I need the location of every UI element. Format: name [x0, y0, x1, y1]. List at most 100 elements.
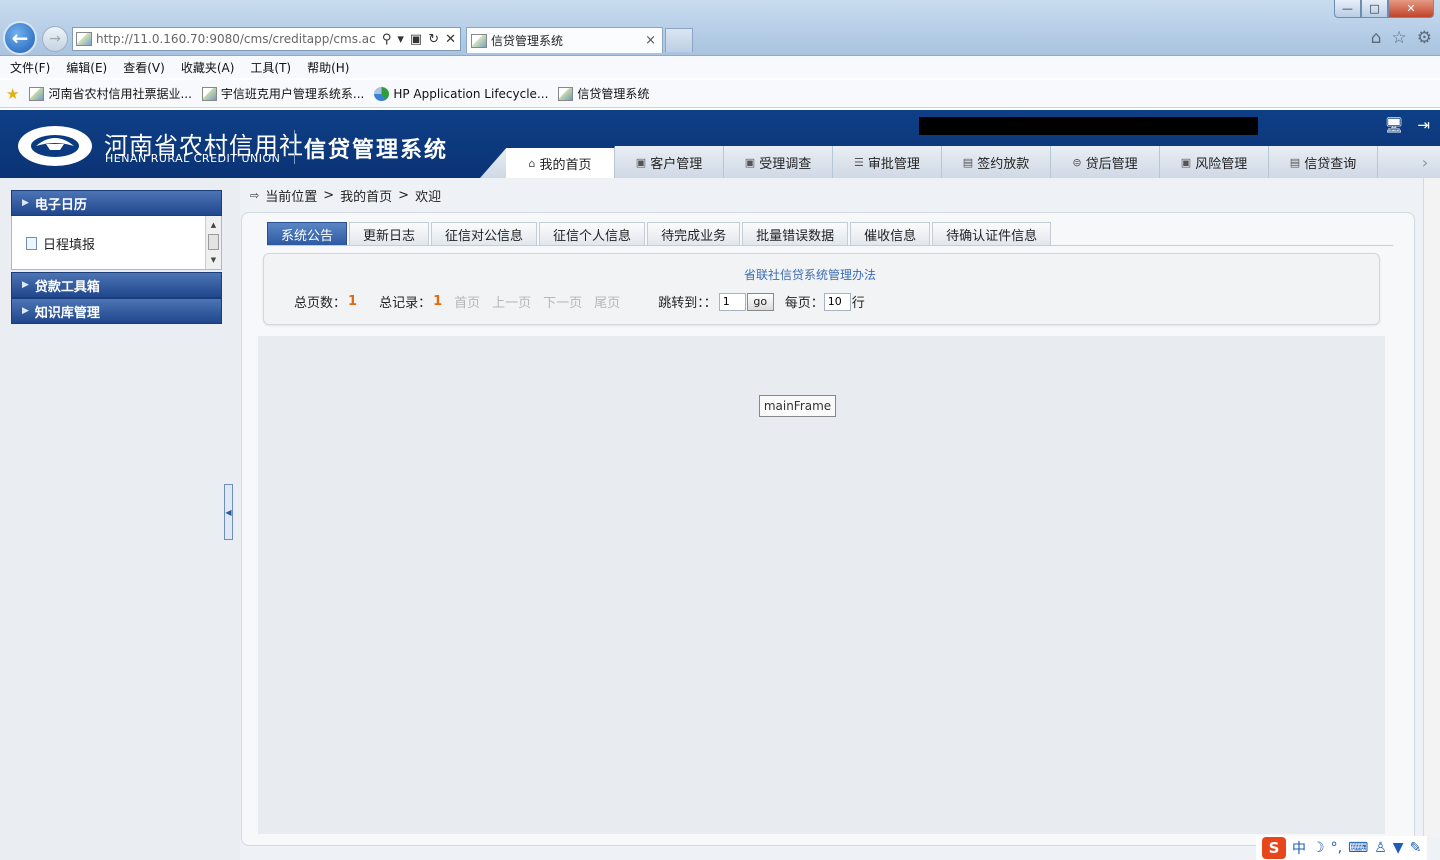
ime-toolbar: S 中 ☽ °, ⌨ ♙ ▼ ✎ — [1256, 836, 1428, 860]
scroll-thumb[interactable] — [208, 234, 219, 250]
sidebar-scrollbar[interactable]: ▲ ▼ — [205, 216, 221, 269]
sidebar-section-knowledge[interactable]: ▶ 知识库管理 — [11, 298, 222, 324]
favorite-link[interactable]: HP Application Lifecycle... — [374, 86, 549, 101]
new-tab-button[interactable] — [665, 28, 693, 52]
ime-language[interactable]: 中 — [1292, 838, 1306, 858]
notice-title-link[interactable]: 省联社信贷系统管理办法 — [744, 266, 876, 283]
tab-pending-business[interactable]: 待完成业务 — [647, 222, 741, 245]
menu-edit[interactable]: 编辑(E) — [66, 59, 107, 76]
browser-tab[interactable]: 信贷管理系统 × — [466, 27, 663, 53]
prev-page-link[interactable]: 上一页 — [492, 292, 531, 311]
nav-customer[interactable]: ▣ 客户管理 — [615, 146, 724, 178]
sidebar-item-schedule[interactable]: 日程填报 — [26, 234, 95, 253]
tab-pending-id-docs[interactable]: 待确认证件信息 — [932, 222, 1052, 245]
menu-favorites[interactable]: 收藏夹(A) — [181, 59, 235, 76]
tab-batch-errors[interactable]: 批量错误数据 — [742, 222, 849, 245]
search-icon[interactable]: ⚲ — [382, 32, 392, 47]
forward-button[interactable]: → — [42, 26, 68, 52]
dropdown-icon[interactable]: ▾ — [397, 32, 404, 47]
nav-label: 风险管理 — [1195, 156, 1248, 172]
rows-unit-label: 行 — [851, 296, 865, 311]
menu-help[interactable]: 帮助(H) — [307, 59, 349, 76]
home-icon[interactable]: ⌂ — [1371, 28, 1382, 48]
favorite-label: HP Application Lifecycle... — [393, 86, 549, 101]
wrench-icon[interactable]: ✎ — [1410, 840, 1422, 856]
main-nav: ⌂ 我的首页 ▣ 客户管理 ▣ 受理调查 ☰ 审批管理 ▤ 签约放款 ⊜ 贷后管理 ▣ 风险管… — [506, 146, 1378, 178]
page-scrollbar[interactable] — [1423, 178, 1440, 838]
compat-view-icon[interactable]: ▣ — [410, 32, 422, 47]
nav-label: 贷后管理 — [1085, 156, 1138, 172]
risk-icon: ▣ — [1180, 155, 1192, 169]
favorites-star-icon[interactable]: ☆ — [1392, 28, 1407, 48]
skin-icon[interactable]: ▼ — [1393, 840, 1404, 856]
window-controls: — □ ✕ — [1334, 0, 1434, 18]
nav-home[interactable]: ⌂ 我的首页 — [506, 146, 615, 178]
nav-survey[interactable]: ▣ 受理调查 — [724, 146, 833, 178]
go-button[interactable]: go — [746, 292, 774, 311]
address-text[interactable]: http://11.0.160.70:9080/cms/creditapp/cm… — [96, 32, 376, 46]
triangle-right-icon: ▶ — [22, 198, 29, 208]
favorites-star-icon[interactable]: ★ — [6, 85, 19, 103]
breadcrumb-separator: > — [398, 188, 410, 203]
tab-system-notice[interactable]: 系统公告 — [267, 222, 348, 245]
tab-title: 信贷管理系统 — [491, 34, 564, 48]
document-icon — [26, 237, 37, 250]
menu-bar: 文件(F) 编辑(E) 查看(V) 收藏夹(A) 工具(T) 帮助(H) — [0, 56, 1440, 78]
sidebar-collapse-handle[interactable]: ◀ — [224, 484, 233, 540]
next-page-link[interactable]: 下一页 — [543, 292, 582, 311]
refresh-icon[interactable]: ↻ — [428, 32, 439, 47]
sogou-ime-icon[interactable]: S — [1262, 837, 1286, 859]
post-loan-icon: ⊜ — [1072, 155, 1082, 169]
favorite-link[interactable]: 宇信班克用户管理系统系... — [201, 85, 364, 102]
tab-credit-personal[interactable]: 征信个人信息 — [539, 222, 646, 245]
nav-post-loan[interactable]: ⊜ 贷后管理 — [1051, 146, 1160, 178]
query-icon: ▤ — [1289, 155, 1301, 169]
jump-page-input[interactable] — [718, 292, 746, 311]
close-tab-icon[interactable]: × — [645, 33, 656, 48]
page-icon — [201, 86, 217, 101]
sidebar-section-loan-tools[interactable]: ▶ 贷款工具箱 — [11, 272, 222, 298]
favorite-link[interactable]: 河南省农村信用社票据业... — [29, 85, 192, 102]
scroll-up-icon[interactable]: ▲ — [206, 218, 221, 232]
nav-contract[interactable]: ▤ 签约放款 — [942, 146, 1051, 178]
menu-file[interactable]: 文件(F) — [10, 59, 50, 76]
page-icon — [558, 86, 574, 101]
moon-icon[interactable]: ☽ — [1312, 840, 1325, 856]
logout-icon[interactable]: ⇥ — [1417, 116, 1430, 134]
nav-scroll-right-icon[interactable]: › — [1410, 146, 1440, 178]
address-bar[interactable]: http://11.0.160.70:9080/cms/creditapp/cm… — [72, 27, 461, 51]
scroll-down-icon[interactable]: ▼ — [206, 253, 221, 267]
minimize-button[interactable]: — — [1334, 0, 1361, 18]
home-icon: ⌂ — [528, 156, 536, 170]
nav-query[interactable]: ▤ 信贷查询 — [1269, 146, 1378, 178]
system-name: 信贷管理系统 — [304, 138, 449, 163]
nav-risk[interactable]: ▣ 风险管理 — [1160, 146, 1269, 178]
tab-collection[interactable]: 催收信息 — [850, 222, 931, 245]
tab-credit-corporate[interactable]: 征信对公信息 — [431, 222, 538, 245]
sidebar-section-title: 电子日历 — [34, 197, 87, 213]
nav-approval[interactable]: ☰ 审批管理 — [833, 146, 942, 178]
first-page-link[interactable]: 首页 — [454, 292, 480, 311]
menu-tools[interactable]: 工具(T) — [250, 59, 291, 76]
triangle-right-icon: ▶ — [22, 280, 29, 290]
arrow-left-icon: ← — [11, 26, 29, 50]
punctuation-icon[interactable]: °, — [1331, 840, 1342, 856]
breadcrumb-home[interactable]: 我的首页 — [340, 186, 392, 205]
last-page-link[interactable]: 尾页 — [594, 292, 620, 311]
desktop-icon[interactable]: 🖥 — [1384, 116, 1403, 134]
back-button[interactable]: ← — [3, 21, 37, 55]
breadcrumb-separator: > — [323, 188, 335, 203]
keyboard-icon[interactable]: ⌨ — [1348, 840, 1368, 856]
ie-page-icon — [29, 86, 45, 101]
stop-icon[interactable]: ✕ — [445, 32, 456, 47]
customer-icon: ▣ — [635, 155, 647, 169]
per-page-input[interactable] — [823, 292, 851, 311]
close-window-button[interactable]: ✕ — [1388, 0, 1434, 18]
user-icon[interactable]: ♙ — [1374, 840, 1387, 856]
menu-view[interactable]: 查看(V) — [123, 59, 165, 76]
settings-gear-icon[interactable]: ⚙ — [1417, 28, 1432, 48]
tab-update-log[interactable]: 更新日志 — [349, 222, 430, 245]
sidebar-section-calendar[interactable]: ▶ 电子日历 — [11, 190, 222, 216]
maximize-button[interactable]: □ — [1361, 0, 1388, 18]
favorite-link[interactable]: 信贷管理系统 — [558, 85, 649, 102]
